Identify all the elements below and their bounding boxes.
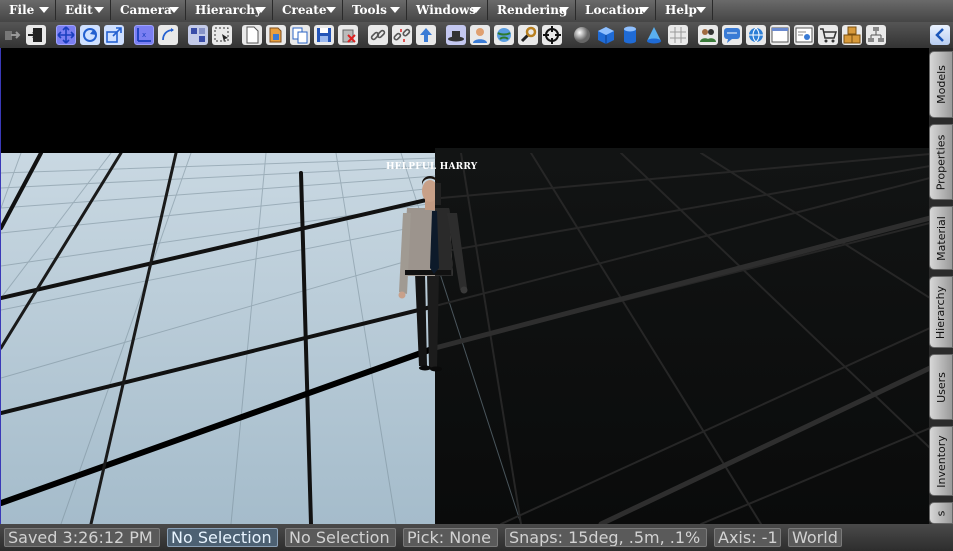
status-bar: Saved 3:26:12 PM No Selection No Selecti… xyxy=(0,524,953,551)
menu-hierarchy-label: Hierarchy xyxy=(195,3,262,17)
snaps-status[interactable]: Snaps: 15deg, .5m, .1% xyxy=(505,528,707,547)
tab-more-label: s xyxy=(934,510,948,516)
menu-help-label: Help xyxy=(665,3,697,17)
network-icon[interactable] xyxy=(866,25,886,45)
tab-hierarchy[interactable]: Hierarchy xyxy=(929,276,953,348)
side-panel-tabs: Models Properties Material Hierarchy Use… xyxy=(929,48,953,524)
menu-help[interactable]: Help xyxy=(656,0,713,20)
chevron-down-icon xyxy=(696,7,706,13)
menu-bar: File Edit Camera Hierarchy Create Tools … xyxy=(0,0,953,23)
collapse-panel-button[interactable] xyxy=(930,25,950,45)
chevron-down-icon xyxy=(390,7,400,13)
chevron-down-icon xyxy=(639,7,649,13)
chevron-down-icon xyxy=(559,7,569,13)
marquee-select-icon[interactable] xyxy=(212,25,232,45)
upload-icon[interactable] xyxy=(416,25,436,45)
select-icon[interactable] xyxy=(188,25,208,45)
scale-icon[interactable] xyxy=(104,25,124,45)
tab-hierarchy-label: Hierarchy xyxy=(934,285,948,339)
tab-more[interactable]: s xyxy=(929,502,953,524)
unlink-icon[interactable] xyxy=(392,25,412,45)
shadowed-floor xyxy=(435,148,930,524)
layout-icon[interactable] xyxy=(794,25,814,45)
menu-create[interactable]: Create xyxy=(273,0,343,20)
chevron-left-icon xyxy=(935,28,944,42)
wrench-icon[interactable] xyxy=(518,25,538,45)
chevron-down-icon xyxy=(326,7,336,13)
cone-icon[interactable] xyxy=(644,25,664,45)
selection-status-secondary: No Selection xyxy=(285,528,396,547)
rotate-icon[interactable] xyxy=(80,25,100,45)
menu-edit-label: Edit xyxy=(65,3,93,17)
cart-icon[interactable] xyxy=(818,25,838,45)
coordinate-space-toggle[interactable]: World xyxy=(788,528,842,547)
chevron-down-icon xyxy=(94,7,104,13)
grid-icon[interactable] xyxy=(668,25,688,45)
axis-icon[interactable]: x xyxy=(134,25,154,45)
chevron-down-icon xyxy=(169,7,179,13)
menu-windows[interactable]: Windows xyxy=(407,0,488,20)
scene-viewport[interactable]: HELPFUL HARRY xyxy=(0,48,930,524)
menu-create-label: Create xyxy=(282,3,327,17)
menu-rendering-label: Rendering xyxy=(497,3,568,17)
svg-text:x: x xyxy=(142,31,146,39)
save-icon[interactable] xyxy=(314,25,334,45)
pick-status[interactable]: Pick: None xyxy=(403,528,498,547)
tab-properties-label: Properties xyxy=(934,134,948,190)
menu-tools-label: Tools xyxy=(352,3,387,17)
group-icon[interactable] xyxy=(698,25,718,45)
menu-file[interactable]: File xyxy=(0,0,56,20)
tab-material[interactable]: Material xyxy=(929,206,953,270)
sphere-icon[interactable] xyxy=(572,25,592,45)
save-status: Saved 3:26:12 PM xyxy=(4,528,160,547)
menu-camera[interactable]: Camera xyxy=(111,0,186,20)
tab-properties[interactable]: Properties xyxy=(929,124,953,200)
link-icon[interactable] xyxy=(368,25,388,45)
delete-icon[interactable] xyxy=(338,25,358,45)
menu-file-label: File xyxy=(9,3,35,17)
cylinder-icon[interactable] xyxy=(620,25,640,45)
menu-location[interactable]: Location xyxy=(576,0,656,20)
window-icon[interactable] xyxy=(770,25,790,45)
boxes-icon[interactable] xyxy=(842,25,862,45)
menu-tools[interactable]: Tools xyxy=(343,0,407,20)
menu-rendering[interactable]: Rendering xyxy=(488,0,576,20)
tab-inventory-label: Inventory xyxy=(934,434,948,488)
chevron-down-icon xyxy=(256,7,266,13)
tab-users-label: Users xyxy=(934,371,948,403)
tab-material-label: Material xyxy=(934,215,948,261)
tab-models-label: Models xyxy=(934,65,948,104)
tab-inventory[interactable]: Inventory xyxy=(929,426,953,496)
toolbar: x xyxy=(0,22,953,49)
exit-icon[interactable] xyxy=(2,25,22,45)
menu-hierarchy[interactable]: Hierarchy xyxy=(186,0,273,20)
copy-icon[interactable] xyxy=(290,25,310,45)
chevron-down-icon xyxy=(39,7,49,13)
move-icon[interactable] xyxy=(56,25,76,45)
scene-render xyxy=(1,48,930,524)
open-file-icon[interactable] xyxy=(266,25,286,45)
tab-models[interactable]: Models xyxy=(929,51,953,118)
menu-edit[interactable]: Edit xyxy=(56,0,111,20)
tab-users[interactable]: Users xyxy=(929,354,953,420)
world-icon[interactable] xyxy=(746,25,766,45)
globe-icon[interactable] xyxy=(494,25,514,45)
crosshair-icon[interactable] xyxy=(542,25,562,45)
axis-rotate-icon[interactable] xyxy=(158,25,178,45)
cube-icon[interactable] xyxy=(596,25,616,45)
menu-location-label: Location xyxy=(585,3,644,17)
menu-camera-label: Camera xyxy=(120,3,172,17)
door-icon[interactable] xyxy=(26,25,46,45)
npc-name-label: HELPFUL HARRY xyxy=(386,162,478,172)
hat-icon[interactable] xyxy=(446,25,466,45)
new-file-icon[interactable] xyxy=(242,25,262,45)
user-icon[interactable] xyxy=(470,25,490,45)
chevron-down-icon xyxy=(471,7,481,13)
menu-windows-label: Windows xyxy=(416,3,477,17)
axis-status[interactable]: Axis: -1 xyxy=(714,528,781,547)
chat-icon[interactable] xyxy=(722,25,742,45)
selection-status[interactable]: No Selection xyxy=(167,528,278,547)
lit-floor xyxy=(1,153,435,524)
